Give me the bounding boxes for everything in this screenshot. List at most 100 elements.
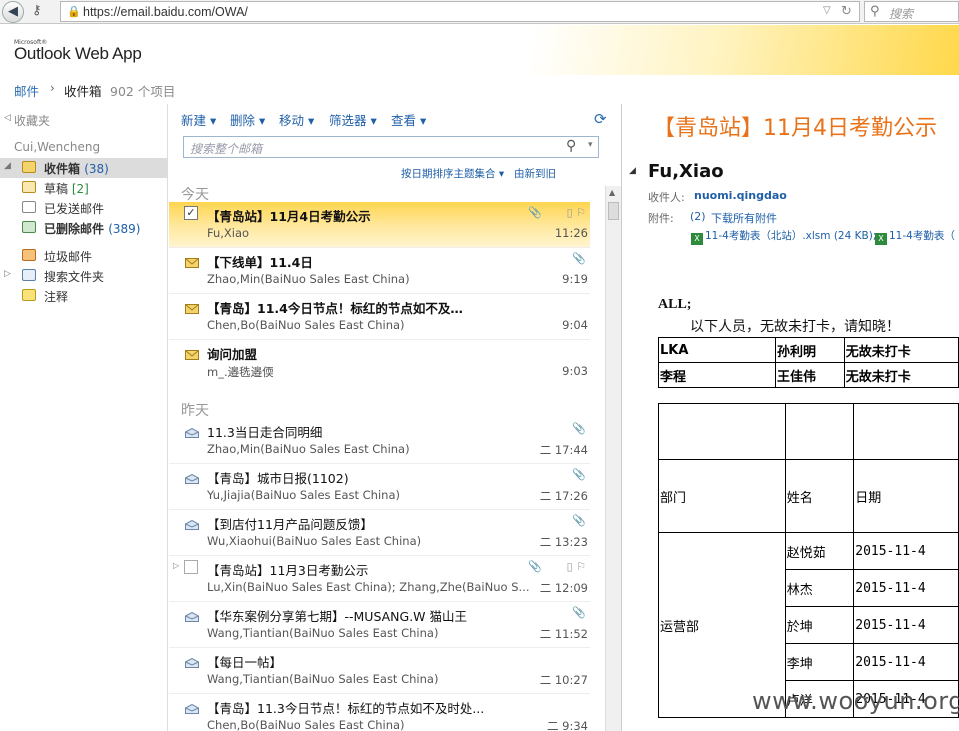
breadcrumb-mail-link[interactable]: 邮件: [14, 81, 39, 100]
account-header[interactable]: Cui,Wencheng: [0, 138, 168, 158]
envelope-read-icon: [185, 520, 199, 530]
owa-window: ◀ ⚷ 🔒 https://email.baidu.com/OWA/ ▽ ↻ ⚲…: [0, 0, 959, 731]
body-greeting: ALL;: [658, 297, 692, 312]
sidebar-item-drafts[interactable]: 草稿 [2]: [0, 178, 168, 198]
sort-order-link[interactable]: 由新到旧: [514, 166, 556, 181]
list-scrollbar[interactable]: ▲: [605, 186, 621, 731]
search-icon[interactable]: ⚲: [566, 138, 576, 154]
envelope-read-icon: [185, 612, 199, 622]
list-item[interactable]: 【青岛】城市日报(1102) Yu,Jiajia(BaiNuo Sales Ea…: [169, 464, 590, 510]
back-icon[interactable]: ◀: [2, 1, 24, 23]
paperclip-icon: 📎: [528, 560, 542, 573]
to-label: 收件人:: [648, 191, 685, 204]
envelope-unread-icon: [185, 350, 199, 360]
envelope-read-icon: [185, 428, 199, 438]
sidebar-item-inbox[interactable]: ◢ 收件箱 (38): [0, 158, 168, 178]
sidebar-item-sent[interactable]: 已发送邮件: [0, 198, 168, 218]
table-row: LKA 孙利明 无故未打卡: [658, 337, 959, 363]
message-list: ✓ 【青岛站】11月4日考勤公示 Fu,Xiao 11:26 📎 ▯ ⚐ 【下线…: [169, 202, 605, 731]
watermark: www.wooyun.org: [752, 687, 959, 715]
favorites-header[interactable]: ◁ 收藏夹: [0, 110, 168, 130]
envelope-read-icon: [185, 474, 199, 484]
attachment-link[interactable]: X 11-4考勤表（: [875, 228, 955, 245]
trash-icon: [22, 221, 36, 233]
browser-toolbar: ◀ ⚷ 🔒 https://email.baidu.com/OWA/ ▽ ↻ ⚲…: [0, 0, 959, 24]
list-item[interactable]: ✓ 【青岛站】11月4日考勤公示 Fu,Xiao 11:26 📎 ▯ ⚐: [169, 202, 590, 248]
chevron-down-icon[interactable]: ▾: [588, 140, 593, 150]
paperclip-icon: 📎: [572, 468, 586, 481]
list-item[interactable]: 11.3当日走合同明细 Zhao,Min(BaiNuo Sales East C…: [169, 418, 590, 464]
attendance-table: 部门 姓名 日期 运营部 赵悦茹 2015-11-4 林杰 2015-11-4 …: [658, 403, 959, 718]
attachment-count: (2): [690, 210, 706, 223]
refresh-icon[interactable]: ⟳: [594, 110, 607, 128]
junk-icon: [22, 249, 36, 261]
folder-pane: ◁ 收藏夹 Cui,Wencheng ◢ 收件箱 (38) 草稿 [2] 已发送…: [0, 104, 168, 731]
reload-icon[interactable]: ↻: [841, 4, 852, 19]
inbox-icon: [22, 161, 36, 173]
sent-icon: [22, 201, 36, 213]
new-button[interactable]: 新建 ▾: [181, 110, 216, 129]
envelope-unread-icon: [185, 304, 199, 314]
table-row: [658, 403, 959, 460]
sidebar-item-deleted[interactable]: 已删除邮件 (389): [0, 218, 168, 238]
list-item[interactable]: 【每日一帖】 Wang,Tiantian(BaiNuo Sales East C…: [169, 648, 590, 694]
notes-icon: [22, 289, 36, 301]
list-item[interactable]: 【青岛】11.3今日节点！标红的节点如不及时处... Chen,Bo(BaiNu…: [169, 694, 590, 731]
list-item[interactable]: 【华东案例分享第七期】--MUSANG.W 猫山王 Wang,Tiantian(…: [169, 602, 590, 648]
attachment-link[interactable]: X 11-4考勤表（北站）.xlsm (24 KB);: [691, 228, 876, 245]
recipient-link[interactable]: nuomi.qingdao: [694, 189, 787, 202]
browser-search[interactable]: ⚲ 搜索: [864, 1, 959, 22]
envelope-read-icon: [185, 658, 199, 668]
item-count: 902 个项目: [110, 84, 176, 99]
filter-button[interactable]: 筛选器 ▾: [329, 110, 377, 129]
list-item[interactable]: 【青岛】11.4今日节点！标红的节点如不及… Chen,Bo(BaiNuo Sa…: [169, 294, 590, 340]
message-subject: 【青岛站】11月4日考勤公示: [653, 116, 937, 141]
group-header-yesterday: 昨天: [181, 403, 209, 419]
table-row: 部门 姓名 日期: [658, 459, 959, 533]
envelope-read-icon: [185, 704, 199, 714]
breadcrumb: 邮件 › 收件箱 902 个项目: [0, 76, 959, 102]
sidebar-item-notes[interactable]: 注释: [0, 286, 168, 306]
collapse-icon[interactable]: ◁: [4, 113, 11, 123]
expand-icon[interactable]: ▷: [4, 269, 11, 279]
paperclip-icon: 📎: [572, 514, 586, 527]
sidebar-item-search-folders[interactable]: ▷ 搜索文件夹: [0, 266, 168, 286]
group-header-today: 今天: [181, 187, 209, 203]
list-item[interactable]: 询问加盟 m_.邉毨邉偄 9:03: [169, 340, 590, 386]
sender-name[interactable]: Fu,Xiao: [648, 161, 724, 182]
url-text: https://email.baidu.com/OWA/: [83, 5, 248, 19]
sidebar-item-junk[interactable]: 垃圾邮件: [0, 246, 168, 266]
flag-icon[interactable]: ▯ ⚐: [567, 560, 586, 573]
dropdown-icon[interactable]: ▽: [823, 5, 831, 16]
excel-icon: X: [875, 233, 887, 245]
checkbox[interactable]: [184, 560, 198, 574]
list-item[interactable]: ▷ 【青岛站】11月3日考勤公示 Lu,Xin(BaiNuo Sales Eas…: [169, 556, 590, 602]
mailbox-search-input[interactable]: 搜索整个邮箱 ⚲ ▾: [183, 136, 599, 158]
app-logo: Outlook Web App: [14, 44, 142, 63]
expand-icon[interactable]: ◢: [4, 161, 11, 171]
expand-icon[interactable]: ▷: [173, 561, 179, 570]
excel-icon: X: [691, 233, 703, 245]
search-folder-icon: [22, 269, 36, 281]
paperclip-icon: 📎: [572, 606, 586, 619]
paperclip-icon: 📎: [572, 252, 586, 265]
download-all-link[interactable]: 下载所有附件: [711, 210, 777, 226]
table-row: 运营部 赵悦茹 2015-11-4: [658, 532, 959, 718]
flag-icon[interactable]: ▯ ⚐: [567, 206, 586, 219]
checkbox[interactable]: ✓: [184, 206, 198, 220]
view-button[interactable]: 查看 ▾: [391, 110, 426, 129]
search-icon: ⚲: [870, 4, 880, 19]
delete-button[interactable]: 删除 ▾: [230, 110, 265, 129]
absence-table: LKA 孙利明 无故未打卡 李程 王佳伟 无故未打卡: [658, 337, 959, 388]
sort-by-dropdown[interactable]: 按日期排序主题集合 ▾: [401, 166, 504, 181]
address-bar[interactable]: 🔒 https://email.baidu.com/OWA/ ▽ ↻: [60, 1, 860, 22]
move-button[interactable]: 移动 ▾: [279, 110, 314, 129]
list-item[interactable]: 【下线单】11.4日 Zhao,Min(BaiNuo Sales East Ch…: [169, 248, 590, 294]
scroll-thumb[interactable]: [608, 202, 619, 220]
collapse-header-icon[interactable]: ◢: [629, 166, 636, 176]
app-header: Microsoft® Outlook Web App: [0, 25, 959, 75]
table-row: 李程 王佳伟 无故未打卡: [658, 362, 959, 388]
list-item[interactable]: 【到店付11月产品问题反馈】 Wu,Xiaohui(BaiNuo Sales E…: [169, 510, 590, 556]
reading-pane: 【青岛站】11月4日考勤公示 ◢ Fu,Xiao 收件人: nuomi.qing…: [623, 104, 959, 731]
scroll-up-icon[interactable]: ▲: [609, 188, 615, 197]
